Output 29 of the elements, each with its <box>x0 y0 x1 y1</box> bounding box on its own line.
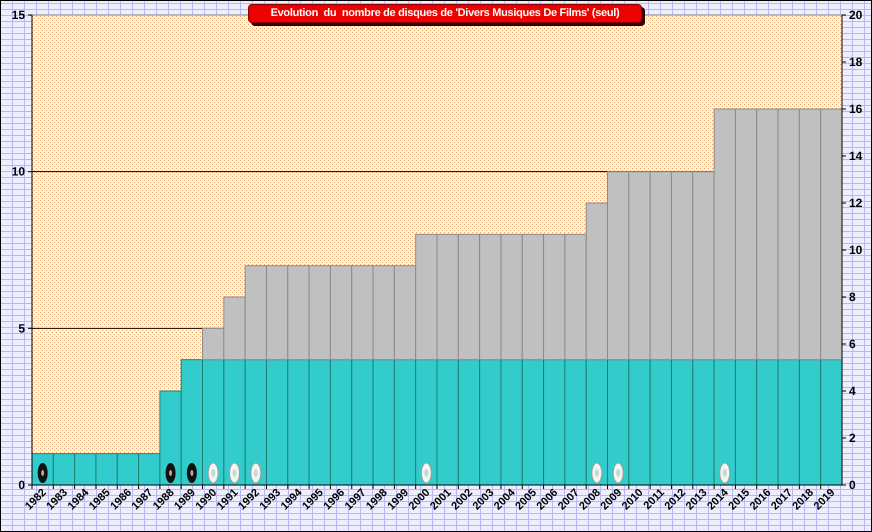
axis-label: 4 <box>849 384 856 398</box>
axis-label: 15 <box>12 8 25 22</box>
bar <box>74 453 96 486</box>
cd-icon <box>612 462 624 484</box>
vinyl-record-icon <box>186 463 197 483</box>
vinyl-record-icon <box>166 463 176 483</box>
cd-icon <box>591 462 602 484</box>
axis-label: 20 <box>849 8 862 22</box>
axis-label: 5 <box>18 321 25 336</box>
axis-label: 16 <box>849 102 862 116</box>
cd-icon <box>250 462 262 484</box>
cd-icon <box>208 462 219 484</box>
cd-icon <box>719 462 730 484</box>
bar <box>95 453 118 486</box>
axis-label: 10 <box>12 164 25 179</box>
chart-title: Evolution du nombre de disques de 'Divers Musiques De Films' (seul) <box>248 4 642 23</box>
axis-label: 8 <box>849 290 856 304</box>
axis-label: 18 <box>849 55 862 69</box>
bar <box>116 453 140 486</box>
axis-label: 0 <box>18 478 25 492</box>
axis-label: 12 <box>849 196 862 210</box>
bar <box>52 453 76 486</box>
axis-label: 10 <box>849 243 862 257</box>
axis-label: 2 <box>849 431 856 445</box>
axis-label: 14 <box>849 149 862 163</box>
axis-label: 0 <box>849 478 856 492</box>
cd-icon <box>420 462 432 484</box>
axis-label: 6 <box>849 337 856 351</box>
vinyl-record-icon <box>38 463 48 483</box>
